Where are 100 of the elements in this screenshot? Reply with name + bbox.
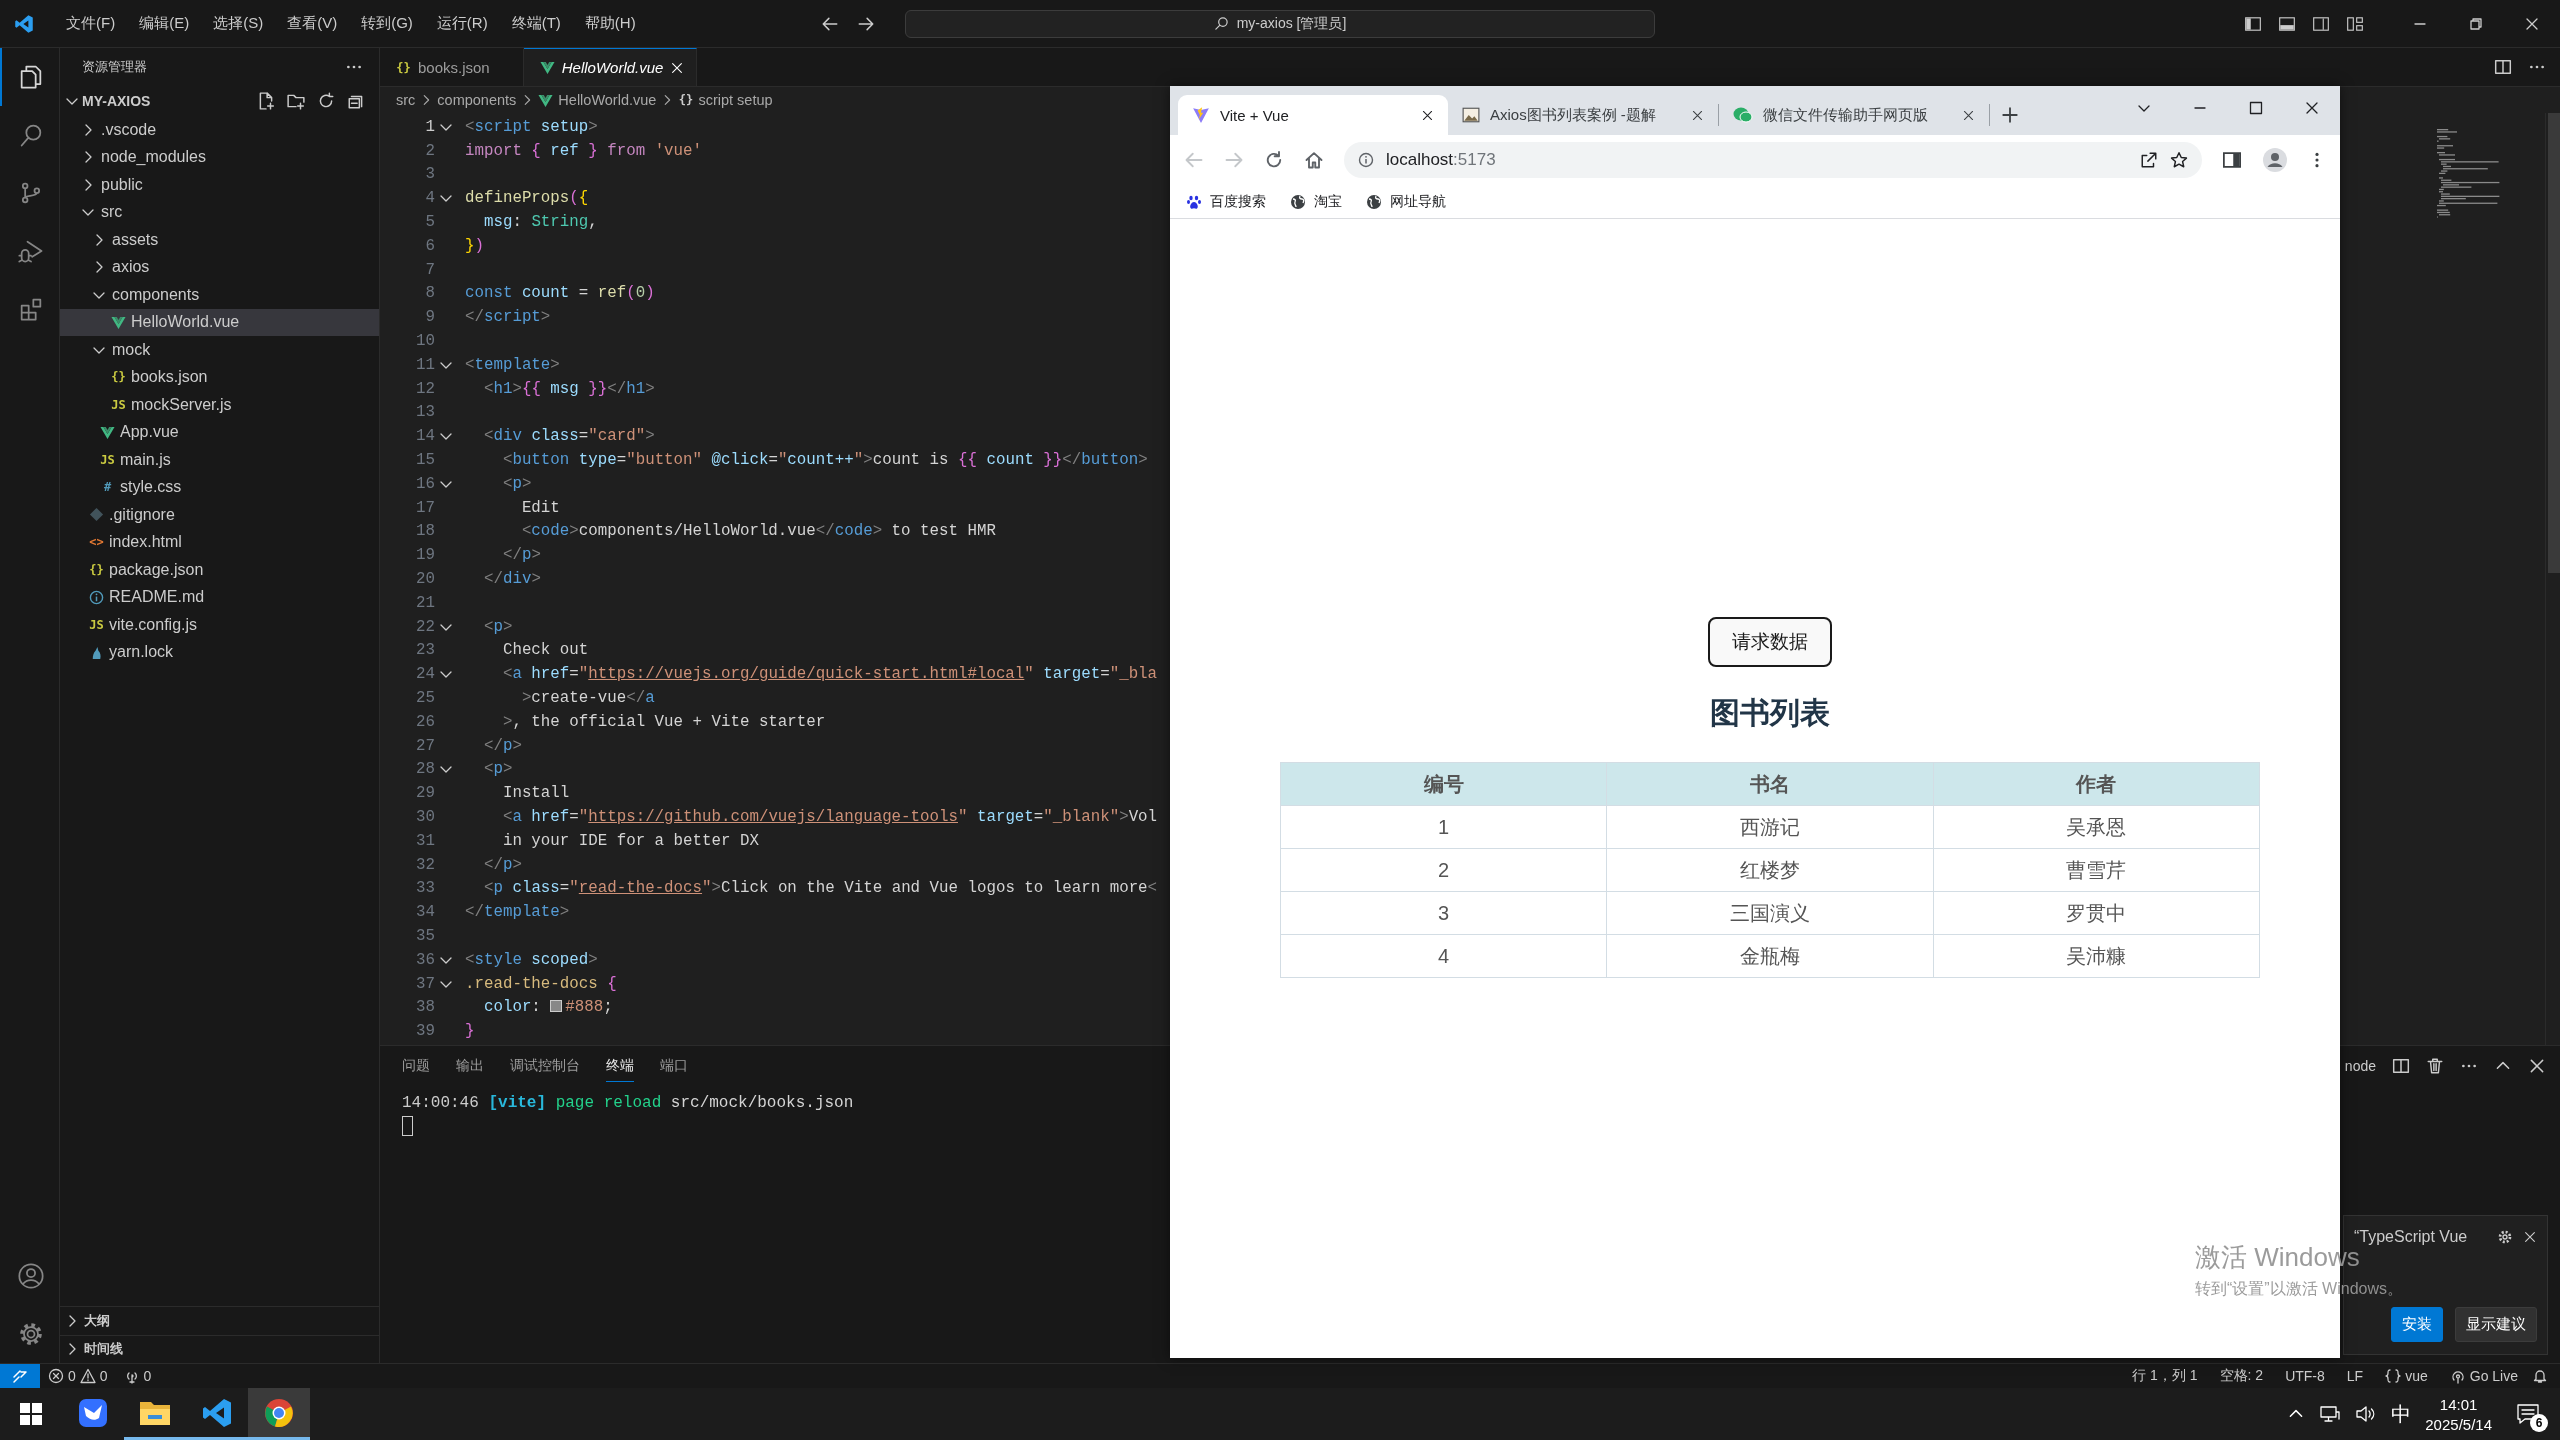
refresh-icon[interactable] bbox=[317, 92, 335, 110]
folder-item[interactable]: components bbox=[60, 281, 379, 309]
share-icon[interactable] bbox=[2140, 151, 2158, 169]
file-item[interactable]: yarn.lock bbox=[60, 638, 379, 666]
bird-icon[interactable] bbox=[77, 1396, 109, 1429]
trash-icon[interactable] bbox=[2426, 1057, 2444, 1075]
file-item[interactable]: JS main.js bbox=[60, 446, 379, 474]
file-item[interactable]: HelloWorld.vue bbox=[60, 308, 379, 336]
reload-icon[interactable] bbox=[1264, 150, 1284, 170]
section-header[interactable]: 大纲 bbox=[60, 1306, 379, 1335]
input-method-indicator[interactable]: 中 bbox=[2391, 1400, 2412, 1428]
breadcrumb-item[interactable]: {} script setup bbox=[678, 92, 773, 108]
status-item[interactable]: 空格: 2 bbox=[2219, 1367, 2264, 1385]
maximize-icon[interactable] bbox=[2248, 100, 2264, 116]
warning-count[interactable]: 0 bbox=[99, 1368, 108, 1384]
close-icon[interactable] bbox=[1962, 108, 1975, 122]
secondary-sidebar-icon[interactable] bbox=[2312, 14, 2330, 33]
command-search-field[interactable]: my-axios [管理员] bbox=[905, 9, 1655, 38]
folder-item[interactable]: public bbox=[60, 171, 379, 199]
restore-icon[interactable] bbox=[2468, 15, 2484, 32]
breadcrumb-item[interactable]: src bbox=[396, 92, 416, 108]
panel-tab[interactable]: 调试控制台 bbox=[510, 1050, 580, 1082]
file-item[interactable]: README.md bbox=[60, 583, 379, 611]
close-icon[interactable] bbox=[2523, 1230, 2537, 1244]
menu-item[interactable]: 选择(S) bbox=[211, 10, 266, 37]
close-icon[interactable] bbox=[1421, 108, 1434, 122]
star-icon[interactable] bbox=[2170, 151, 2188, 169]
menu-item[interactable]: 转到(G) bbox=[359, 10, 415, 37]
notification-icon[interactable] bbox=[2516, 1403, 2540, 1425]
install-button[interactable]: 安装 bbox=[2391, 1307, 2443, 1342]
editor-tab[interactable]: {} books.json bbox=[380, 48, 524, 86]
status-item[interactable]: UTF-8 bbox=[2285, 1368, 2325, 1384]
new-folder-icon[interactable] bbox=[287, 92, 305, 110]
sidebar-layout-icon[interactable] bbox=[2244, 14, 2262, 33]
layout-grid-icon[interactable] bbox=[2346, 14, 2364, 33]
folder-item[interactable]: node_modules bbox=[60, 143, 379, 171]
side-panel-icon[interactable] bbox=[2222, 150, 2242, 170]
folder-item[interactable]: mock bbox=[60, 336, 379, 364]
panel-layout-icon[interactable] bbox=[2278, 14, 2296, 33]
file-item[interactable]: .gitignore bbox=[60, 501, 379, 529]
address-field[interactable]: localhost:5173 bbox=[1344, 142, 2202, 178]
menu-item[interactable]: 终端(T) bbox=[509, 10, 563, 37]
home-icon[interactable] bbox=[1304, 150, 1324, 170]
settings-icon[interactable] bbox=[2497, 1229, 2513, 1245]
file-item[interactable]: {} package.json bbox=[60, 556, 379, 584]
browser-tab[interactable]: 微信文件传输助手网页版 bbox=[1719, 95, 1989, 135]
windows-start-icon[interactable] bbox=[20, 1403, 42, 1425]
browser-tab[interactable]: Axios图书列表案例 -题解 bbox=[1448, 95, 1718, 135]
panel-tab[interactable]: 问题 bbox=[402, 1050, 430, 1082]
folder-item[interactable]: axios bbox=[60, 253, 379, 281]
plus-icon[interactable] bbox=[2001, 106, 2019, 124]
suggestions-button[interactable]: 显示建议 bbox=[2455, 1307, 2537, 1342]
menu-item[interactable]: 编辑(E) bbox=[137, 10, 192, 37]
browser-tab[interactable]: Vite + Vue bbox=[1178, 95, 1448, 135]
close-icon[interactable] bbox=[2528, 1057, 2546, 1075]
port-count[interactable]: 0 bbox=[143, 1368, 152, 1384]
project-title[interactable]: MY-AXIOS bbox=[82, 93, 151, 109]
scrollbar-thumb[interactable] bbox=[2548, 113, 2560, 573]
profile-icon[interactable] bbox=[2262, 147, 2288, 173]
bell-icon[interactable] bbox=[2532, 1368, 2548, 1384]
monitor-icon[interactable] bbox=[2319, 1404, 2342, 1424]
menu-item[interactable]: 运行(R) bbox=[434, 10, 490, 37]
file-item[interactable]: JS mockServer.js bbox=[60, 391, 379, 419]
new-file-icon[interactable] bbox=[257, 92, 275, 110]
close-icon[interactable] bbox=[1691, 108, 1704, 122]
split-terminal-icon[interactable] bbox=[2392, 1057, 2410, 1075]
status-item[interactable]: LF bbox=[2346, 1368, 2364, 1384]
bookmark[interactable]: 淘宝 bbox=[1290, 192, 1342, 211]
split-editor-icon[interactable] bbox=[2494, 58, 2512, 76]
status-item[interactable]: Go Live bbox=[2469, 1368, 2518, 1384]
panel-tab[interactable]: 输出 bbox=[456, 1050, 484, 1082]
folder-item[interactable]: assets bbox=[60, 226, 379, 254]
request-data-button[interactable]: 请求数据 bbox=[1708, 617, 1832, 667]
folder-item[interactable]: .vscode bbox=[60, 116, 379, 144]
file-item[interactable]: <> index.html bbox=[60, 528, 379, 556]
close-icon[interactable] bbox=[670, 60, 685, 75]
folder-item[interactable]: src bbox=[60, 198, 379, 226]
browser-icon[interactable] bbox=[263, 1396, 295, 1429]
file-item[interactable]: {} books.json bbox=[60, 363, 379, 391]
status-item[interactable]: vue bbox=[2405, 1368, 2428, 1384]
menu-item[interactable]: 查看(V) bbox=[285, 10, 340, 37]
clock-time[interactable]: 14:01 bbox=[2439, 1395, 2478, 1413]
editor-tab[interactable]: HelloWorld.vue bbox=[523, 48, 698, 86]
close-icon[interactable] bbox=[2304, 100, 2320, 116]
panel-tab[interactable]: 端口 bbox=[660, 1050, 688, 1082]
menu-item[interactable]: 帮助(H) bbox=[582, 10, 638, 37]
code-editor-icon[interactable] bbox=[201, 1396, 233, 1429]
menu-item[interactable]: 文件(F) bbox=[64, 10, 118, 37]
account-icon[interactable] bbox=[16, 1262, 45, 1290]
file-item[interactable]: JS vite.config.js bbox=[60, 611, 379, 639]
terminal-name[interactable]: node bbox=[2344, 1058, 2376, 1074]
status-item[interactable]: 行 1，列 1 bbox=[2132, 1367, 2198, 1385]
bookmark[interactable]: 百度搜索 bbox=[1186, 192, 1266, 211]
panel-tab[interactable]: 终端 bbox=[606, 1050, 634, 1082]
file-item[interactable]: App.vue bbox=[60, 418, 379, 446]
error-count[interactable]: 0 bbox=[68, 1368, 76, 1384]
breadcrumb-item[interactable]: HelloWorld.vue bbox=[538, 92, 657, 108]
remote-button[interactable] bbox=[0, 1364, 40, 1388]
breadcrumb-item[interactable]: components bbox=[437, 92, 517, 108]
file-item[interactable]: # style.css bbox=[60, 473, 379, 501]
